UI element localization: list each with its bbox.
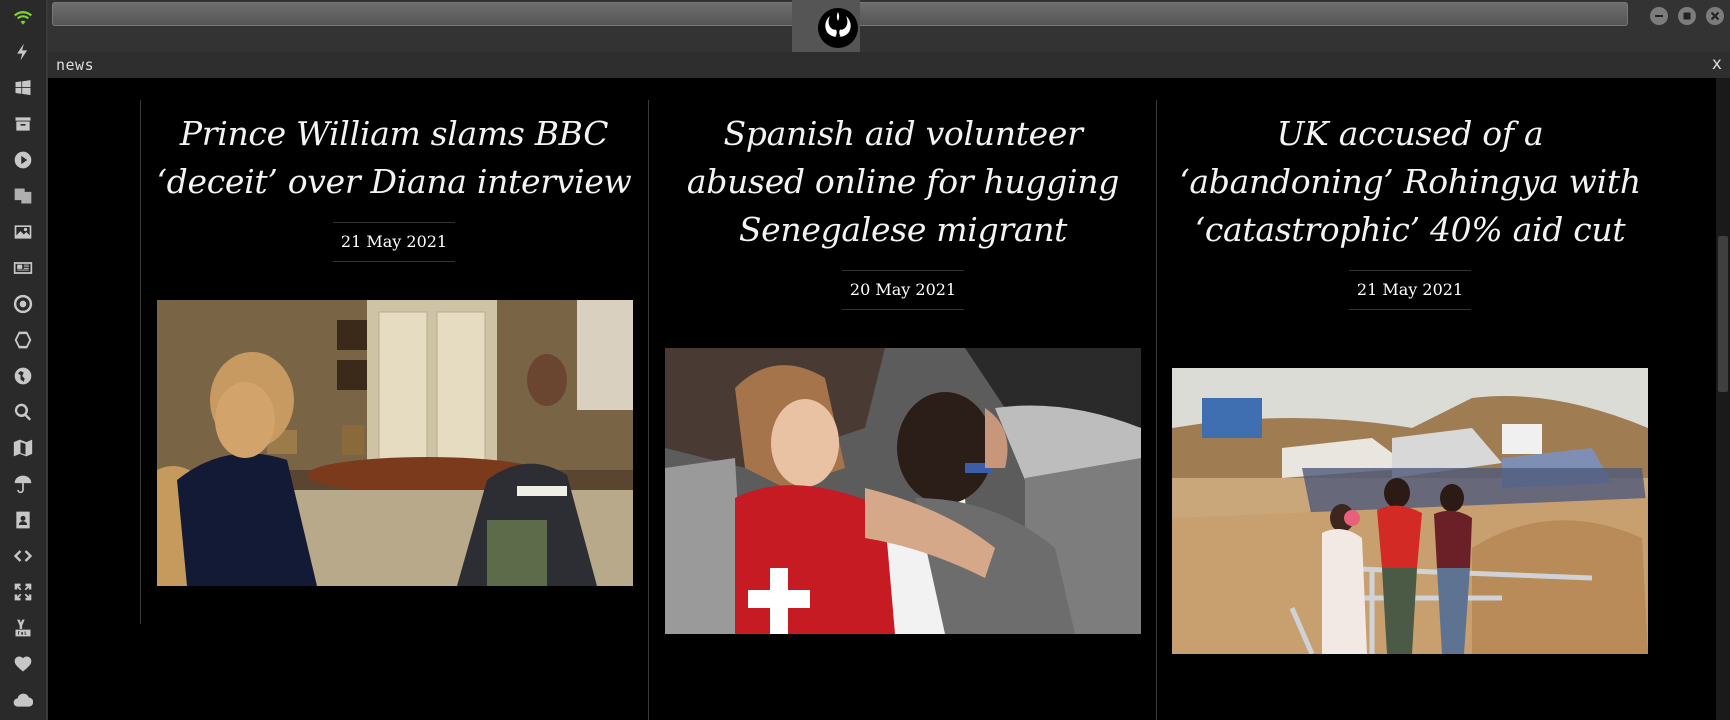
article-date: 21 May 2021 (1348, 270, 1472, 310)
minimize-button[interactable] (1650, 7, 1668, 25)
article-card[interactable]: Spanish aid volunteer abused online for … (665, 110, 1141, 310)
article-date: 21 May 2021 (332, 222, 456, 262)
umbrella-icon[interactable] (11, 472, 35, 496)
code-icon[interactable] (11, 544, 35, 568)
map-icon[interactable] (11, 436, 35, 460)
windows-icon[interactable] (11, 76, 35, 100)
article-image[interactable] (665, 348, 1141, 634)
panel-close-button[interactable]: x (1712, 54, 1722, 74)
news-feed: Prince William slams BBC ‘deceit’ over D… (48, 78, 1714, 720)
article-headline[interactable]: Prince William slams BBC ‘deceit’ over D… (156, 110, 632, 206)
expand-icon[interactable] (11, 580, 35, 604)
column-divider (140, 100, 141, 624)
article-image[interactable] (157, 300, 633, 586)
app-dock (0, 0, 48, 720)
search-icon[interactable] (11, 400, 35, 424)
scrollbar-thumb[interactable] (1718, 236, 1728, 392)
top-bar (48, 0, 1730, 52)
globe-icon[interactable] (11, 364, 35, 388)
cloud-icon[interactable] (11, 688, 35, 712)
youtube-icon[interactable] (11, 616, 35, 640)
maximize-button[interactable] (1678, 7, 1696, 25)
article-headline[interactable]: Spanish aid volunteer abused online for … (665, 110, 1141, 254)
column-divider (648, 100, 649, 720)
archive-icon[interactable] (11, 112, 35, 136)
newspaper-icon[interactable] (11, 256, 35, 280)
scrollbar-track[interactable] (1716, 78, 1730, 720)
article-headline[interactable]: UK accused of a ‘abandoning’ Rohingya wi… (1172, 110, 1648, 254)
translate-icon[interactable] (11, 184, 35, 208)
heart-icon[interactable] (11, 652, 35, 676)
hexagon-icon[interactable] (11, 328, 35, 352)
panel-title: news (56, 56, 95, 74)
panel-header: news x (48, 52, 1730, 78)
rebel-alliance-logo-icon (816, 6, 860, 50)
image-icon[interactable] (11, 220, 35, 244)
contacts-icon[interactable] (11, 508, 35, 532)
article-date: 20 May 2021 (841, 270, 965, 310)
wifi-icon[interactable] (11, 6, 35, 30)
article-card[interactable]: UK accused of a ‘abandoning’ Rohingya wi… (1172, 110, 1648, 310)
article-image[interactable] (1172, 368, 1648, 654)
empire-icon[interactable] (11, 292, 35, 316)
bolt-icon[interactable] (11, 40, 35, 64)
article-card[interactable]: Prince William slams BBC ‘deceit’ over D… (156, 110, 632, 262)
close-window-button[interactable] (1706, 7, 1724, 25)
column-divider (1156, 100, 1157, 720)
play-icon[interactable] (11, 148, 35, 172)
